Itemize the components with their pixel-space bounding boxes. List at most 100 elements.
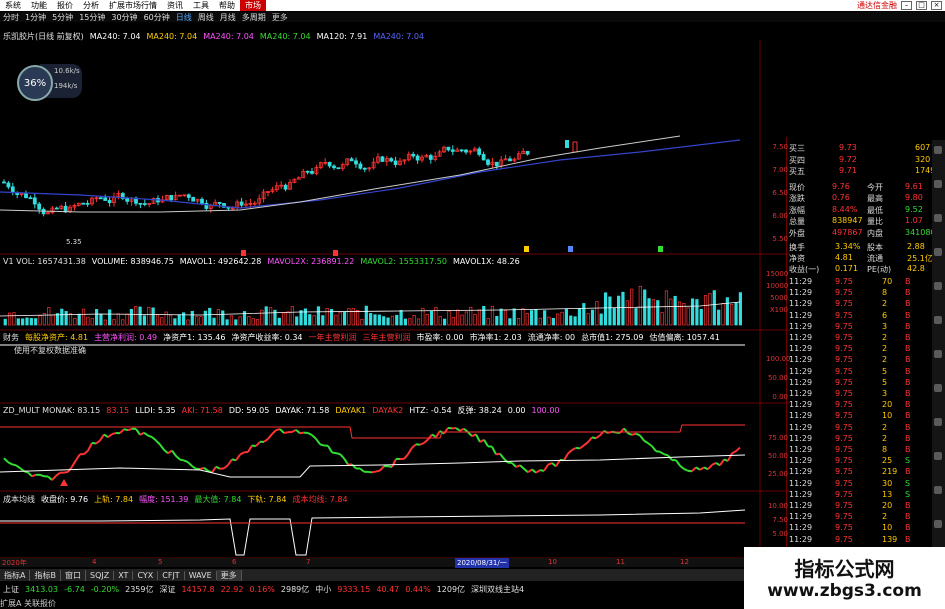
stat-label: 量比: [867, 217, 883, 226]
tick-volume: 2: [882, 333, 888, 342]
oscillator-segment: [51, 475, 57, 481]
side-tool-icon[interactable]: [934, 384, 942, 392]
close-icon[interactable]: ×: [931, 1, 942, 10]
side-tool-icon[interactable]: [934, 248, 942, 256]
tick-time: 11:29: [789, 523, 813, 533]
side-tool-icon[interactable]: [934, 146, 942, 154]
volume-bar: [608, 296, 612, 326]
menu-item[interactable]: 扩展市场行情: [104, 0, 162, 11]
oscillator-segment: [339, 453, 345, 460]
tick-row: 11:29 9.75 2 B: [787, 434, 945, 445]
order-level: 买三: [789, 144, 805, 153]
period-tab[interactable]: 60分钟: [141, 12, 173, 23]
volume-bar: [447, 310, 451, 326]
side-tool-icon[interactable]: [934, 418, 942, 426]
indicator-tab[interactable]: CYX: [133, 570, 159, 580]
stat-label: 换手: [789, 243, 805, 252]
tick-side: B: [905, 366, 911, 376]
side-tool-icon[interactable]: [934, 520, 942, 528]
kline-chart-area[interactable]: [0, 40, 790, 560]
status-item: 14157.8: [181, 585, 215, 594]
status-item: -6.74: [64, 585, 85, 594]
oscillator-segment: [343, 457, 349, 466]
volume-bar: [125, 313, 129, 326]
period-tab[interactable]: 5分钟: [49, 12, 76, 23]
period-tab[interactable]: 月线: [217, 12, 239, 23]
axis-tick-label: 75.00: [767, 434, 788, 442]
oscillator-segment: [151, 436, 157, 442]
oscillator-segment: [627, 432, 633, 436]
period-tab[interactable]: 30分钟: [108, 12, 140, 23]
volume-bar: [560, 311, 564, 326]
menu-tab-market[interactable]: 市场: [240, 0, 266, 11]
side-tool-icon[interactable]: [934, 180, 942, 188]
indicator-tab[interactable]: 指标B: [30, 569, 61, 581]
tick-side: B: [905, 501, 911, 510]
oscillator-segment: [3, 457, 9, 463]
menu-item[interactable]: 功能: [26, 0, 52, 11]
maximize-icon[interactable]: □: [916, 1, 927, 10]
period-tab[interactable]: 分时: [0, 12, 22, 23]
side-tool-icon[interactable]: [934, 214, 942, 222]
legend-item: 100.00: [531, 405, 560, 415]
tick-volume: 2: [882, 512, 888, 522]
side-tool-icon[interactable]: [934, 316, 942, 324]
period-tab[interactable]: 日线: [173, 12, 195, 23]
period-tab[interactable]: 周线: [195, 12, 217, 23]
side-tool-icon[interactable]: [934, 350, 942, 358]
bottom-text[interactable]: 扩展A 关联报价: [0, 599, 56, 608]
menu-item[interactable]: 帮助: [214, 0, 240, 11]
menu-item[interactable]: 报价: [52, 0, 78, 11]
volume-bar: [660, 312, 664, 326]
tick-volume: 20: [882, 501, 893, 510]
period-tab[interactable]: 15分钟: [76, 12, 108, 23]
indicator-tab[interactable]: 窗口: [61, 569, 86, 581]
volume-bar: [164, 311, 168, 326]
menu-item[interactable]: 分析: [78, 0, 104, 11]
candle-body: [85, 202, 90, 205]
side-toolbar[interactable]: [932, 140, 945, 560]
menu-item[interactable]: 工具: [188, 0, 214, 11]
indicator-tab[interactable]: WAVE: [185, 570, 217, 580]
indicator-tab-more[interactable]: 更多: [216, 569, 242, 581]
menu-item[interactable]: 资讯: [162, 0, 188, 11]
oscillator-segment: [371, 470, 377, 474]
tick-price: 9.75: [835, 366, 853, 376]
legend-item: MAVOL2X: 236891.22: [267, 256, 355, 266]
tick-price: 9.75: [835, 377, 853, 387]
volume-bar: [147, 306, 151, 326]
minimize-icon[interactable]: –: [901, 1, 912, 10]
period-tab[interactable]: 1分钟: [22, 12, 49, 23]
volume-bar: [734, 302, 738, 326]
side-tool-icon[interactable]: [934, 282, 942, 290]
legend-item: 净资产1: 135.46: [163, 332, 226, 342]
axis-tick-label: 0.00: [772, 393, 788, 401]
volume-bar: [108, 309, 112, 326]
side-tool-icon[interactable]: [934, 452, 942, 460]
date-label: 2020/08/31/一: [455, 558, 509, 568]
side-tool-icon[interactable]: [934, 486, 942, 494]
indicator-tab[interactable]: SQJZ: [86, 570, 115, 580]
volume-bar: [582, 303, 586, 326]
oscillator-segment: [307, 432, 313, 437]
tick-side: B: [905, 534, 911, 544]
watermark: 指标公式网 www.zbgs3.com: [744, 547, 945, 609]
period-tab[interactable]: 多周期: [239, 12, 269, 23]
volume-bar: [129, 308, 133, 326]
cpu-gauge[interactable]: 36%: [17, 65, 53, 101]
tick-volume: 30: [882, 478, 893, 488]
tick-price: 9.75: [835, 422, 853, 432]
stat-label: 流通: [867, 254, 883, 263]
tick-price: 9.75: [835, 321, 853, 331]
indicator-tab[interactable]: XT: [114, 570, 134, 580]
menu-item[interactable]: 系统: [0, 0, 26, 11]
date-label: 12: [680, 558, 689, 566]
volume-bar: [247, 316, 251, 326]
volume-bar: [94, 309, 99, 326]
indicator-tab[interactable]: 指标A: [0, 569, 31, 581]
volume-bar: [382, 316, 386, 326]
volume-bar: [730, 304, 734, 326]
indicator-tab[interactable]: CFJT: [158, 570, 185, 580]
volume-bar: [303, 308, 307, 326]
period-more-button[interactable]: 更多: [269, 12, 291, 23]
